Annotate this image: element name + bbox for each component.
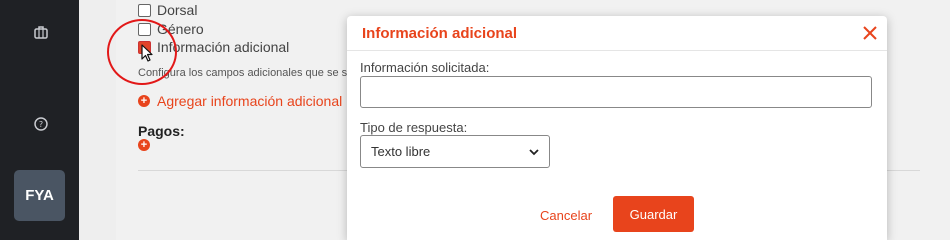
svg-text:?: ?: [39, 120, 43, 129]
plus-circle-icon: +: [138, 95, 150, 107]
pagos-heading: Pagos:: [138, 123, 185, 139]
avatar[interactable]: FYA: [14, 170, 65, 221]
save-button[interactable]: Guardar: [613, 196, 694, 232]
tipo-select[interactable]: Texto libre: [360, 135, 550, 168]
plus-circle-icon: +: [138, 139, 150, 151]
add-info-label: Agregar información adicional: [157, 93, 343, 109]
info-input[interactable]: [360, 76, 872, 108]
help-circle-icon[interactable]: ?: [31, 114, 51, 134]
info-field-label: Información solicitada:: [360, 60, 490, 75]
info-modal: Información adicional Información solici…: [347, 16, 887, 240]
mouse-cursor-icon: [141, 44, 155, 69]
modal-title: Información adicional: [362, 25, 518, 42]
tipo-field-label: Tipo de respuesta:: [360, 120, 468, 135]
checkbox-row-dorsal[interactable]: Dorsal: [138, 2, 197, 18]
pagos-add-button[interactable]: +: [138, 139, 150, 151]
chevron-down-icon: [529, 144, 539, 159]
add-info-link[interactable]: + Agregar información adicional: [138, 93, 342, 109]
cancel-button[interactable]: Cancelar: [540, 208, 592, 223]
sidebar: ? FYA: [0, 0, 79, 240]
modal-header: Información adicional: [347, 16, 887, 51]
checkbox-label-dorsal: Dorsal: [157, 2, 198, 18]
checkbox-dorsal[interactable]: [138, 3, 151, 17]
briefcase-icon[interactable]: [31, 22, 51, 42]
tipo-selected-value: Texto libre: [371, 144, 431, 159]
close-icon[interactable]: [861, 24, 879, 42]
